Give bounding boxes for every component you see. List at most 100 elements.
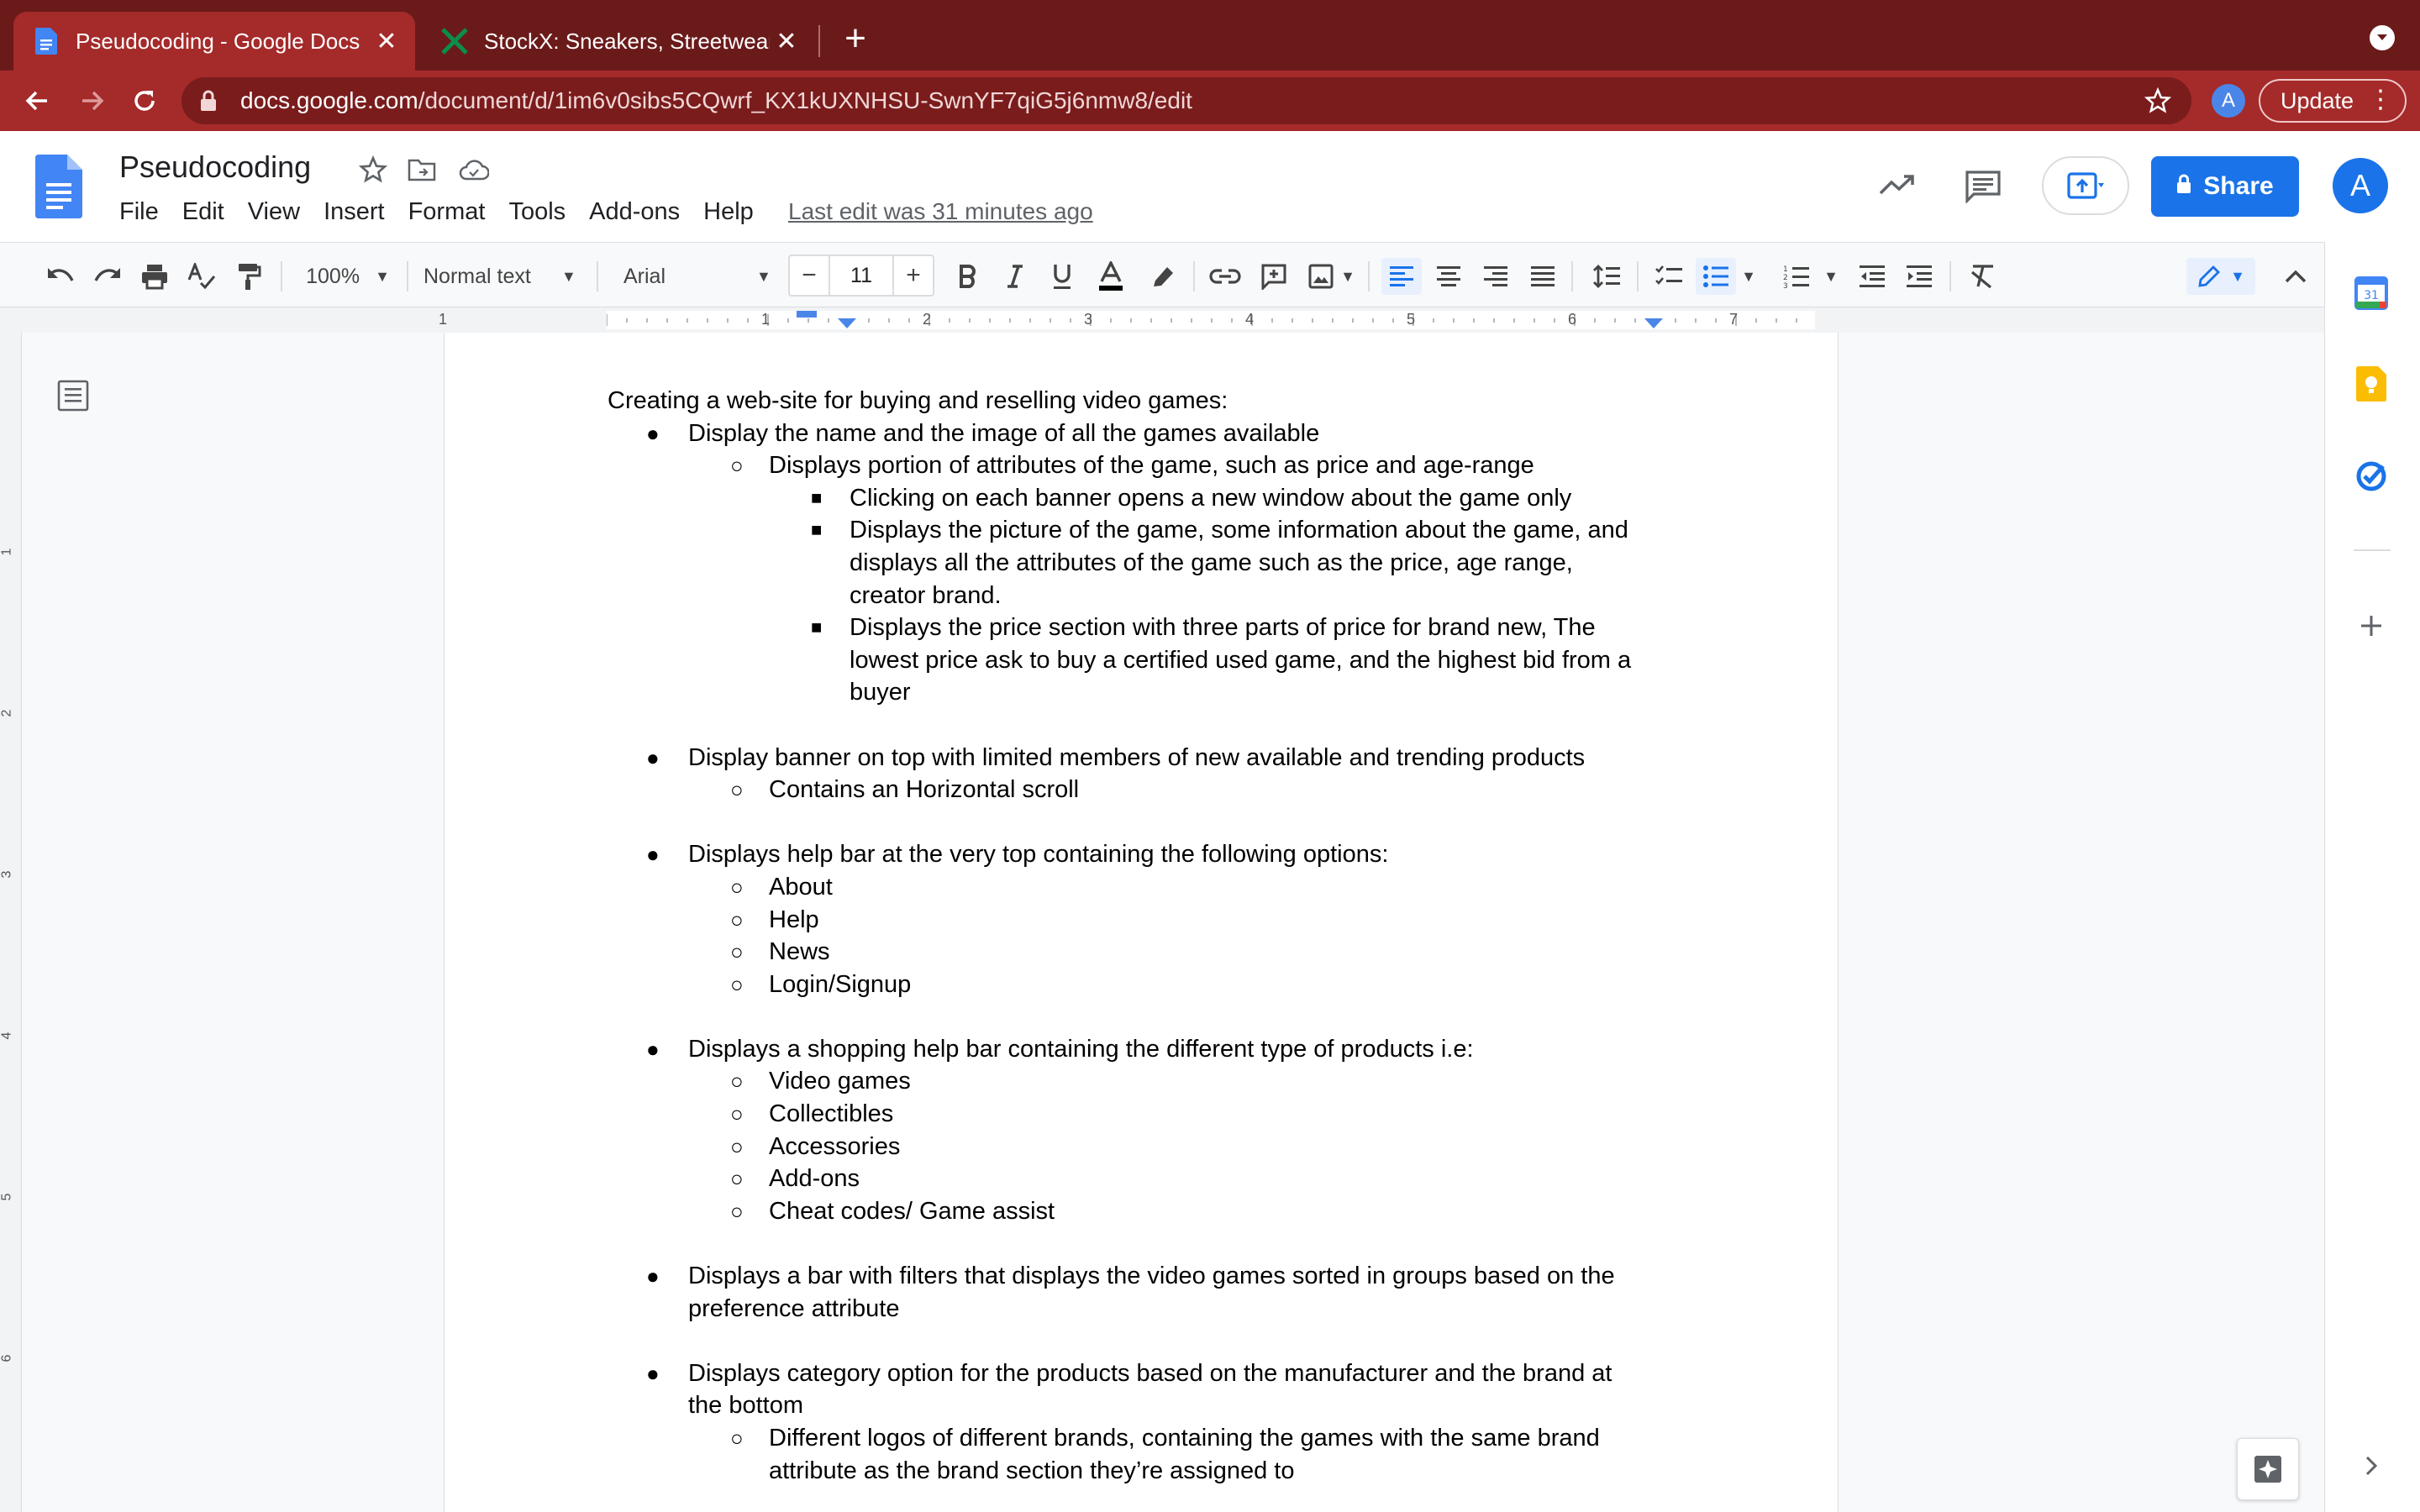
present-meeting-button[interactable] (2042, 156, 2129, 215)
list-item-continuation[interactable]: preference attribute (608, 1293, 1631, 1326)
google-keep-icon[interactable] (2350, 363, 2392, 405)
document-body[interactable]: Creating a web-site for buying and resel… (608, 385, 1631, 1487)
menu-help[interactable]: Help (703, 198, 754, 226)
increase-indent-icon[interactable] (1902, 258, 1936, 295)
list-item-continuation[interactable]: lowest price ask to buy a certified used… (608, 644, 1631, 677)
list-item[interactable]: ○ Video games (608, 1065, 1631, 1098)
checklist-icon[interactable] (1652, 258, 1686, 295)
document-outline-icon[interactable] (57, 380, 89, 416)
list-item[interactable]: ■ Clicking on each banner opens a new win… (608, 482, 1631, 515)
italic-icon[interactable] (998, 258, 1032, 295)
hide-menus-chevron-up-icon[interactable] (2279, 258, 2312, 295)
bold-icon[interactable] (951, 258, 985, 295)
redo-icon[interactable] (91, 258, 124, 295)
list-item[interactable]: ○ Different logos of different brands, co… (608, 1422, 1631, 1455)
left-indent-marker[interactable] (837, 318, 857, 333)
new-tab-plus-icon[interactable]: + (839, 20, 872, 59)
list-item[interactable]: ○ Add-ons (608, 1163, 1631, 1195)
list-item[interactable]: ● Displays a bar with filters that displa… (608, 1260, 1631, 1293)
google-calendar-icon[interactable]: 31 (2350, 272, 2392, 314)
account-avatar[interactable]: A (2333, 158, 2388, 213)
horizontal-ruler[interactable]: 1 1 2 3 4 5 6 7 (0, 307, 2324, 333)
paint-format-icon[interactable] (232, 258, 266, 295)
list-item[interactable]: ○ Displays portion of attributes of the g… (608, 449, 1631, 482)
font-size-value[interactable]: 11 (829, 256, 894, 295)
reload-icon[interactable] (128, 84, 161, 118)
font-size-stepper[interactable]: − 11 + (788, 255, 934, 297)
justify-icon[interactable] (1526, 258, 1560, 295)
list-item[interactable]: ○ Help (608, 904, 1631, 937)
browser-profile-avatar[interactable]: A (2212, 84, 2245, 118)
back-arrow-icon[interactable] (20, 84, 54, 118)
cloud-saved-icon[interactable] (457, 153, 491, 186)
document-heading[interactable]: Creating a web-site for buying and resel… (608, 385, 1631, 417)
google-tasks-icon[interactable] (2350, 455, 2392, 497)
list-item[interactable]: ○ Login/Signup (608, 969, 1631, 1001)
underline-icon[interactable] (1045, 258, 1079, 295)
spellcheck-icon[interactable] (185, 258, 218, 295)
browser-update-button[interactable]: Update ⋮ (2259, 79, 2407, 123)
close-tab-icon[interactable]: ✕ (770, 24, 803, 58)
zoom-select[interactable]: 100% ▼ (297, 258, 398, 295)
bookmark-star-icon[interactable] (2144, 87, 2172, 118)
comment-history-icon[interactable] (1965, 170, 2002, 207)
list-item[interactable]: ■ Displays the price section with three p… (608, 612, 1631, 644)
bulleted-list-icon[interactable] (1696, 258, 1736, 295)
list-item[interactable]: ○ Accessories (608, 1131, 1631, 1163)
align-left-icon[interactable] (1381, 258, 1422, 295)
list-item-continuation[interactable]: buyer (608, 676, 1631, 709)
list-item-continuation[interactable]: displays all the attributes of the game … (608, 547, 1631, 580)
list-item[interactable]: ● Display the name and the image of all t… (608, 417, 1631, 450)
vertical-ruler[interactable]: 1 2 3 4 5 6 (0, 333, 22, 1512)
numbering-options-chevron-down-icon[interactable]: ▼ (1822, 258, 1840, 295)
undo-icon[interactable] (44, 258, 77, 295)
menu-view[interactable]: View (248, 198, 300, 226)
insert-image-icon[interactable]: ▼ (1304, 258, 1360, 295)
tab-search-chevron-icon[interactable] (2370, 25, 2395, 50)
list-item-continuation[interactable]: creator brand. (608, 580, 1631, 612)
browser-menu-kebab-icon[interactable]: ⋮ (2368, 87, 2393, 113)
move-folder-icon[interactable] (405, 153, 439, 186)
tab-stockx[interactable]: StockX: Sneakers, Streetwear, ✕ (422, 12, 815, 71)
close-tab-icon[interactable]: ✕ (370, 24, 403, 58)
list-item[interactable]: ○ About (608, 871, 1631, 904)
list-item[interactable]: ■ Displays the picture of the game, some … (608, 514, 1631, 547)
highlight-color-icon[interactable] (1146, 258, 1180, 295)
decrease-indent-icon[interactable] (1855, 258, 1889, 295)
list-item-continuation[interactable]: the bottom (608, 1389, 1631, 1422)
show-side-panel-chevron-right-icon[interactable] (2350, 1445, 2392, 1487)
increase-font-size-icon[interactable]: + (894, 261, 933, 290)
list-item-continuation[interactable]: attribute as the brand section they’re a… (608, 1455, 1631, 1488)
font-family-select[interactable]: Arial ▼ (613, 258, 778, 295)
last-edit-link[interactable]: Last edit was 31 minutes ago (788, 198, 1093, 225)
menu-tools[interactable]: Tools (508, 198, 566, 226)
document-page[interactable]: Creating a web-site for buying and resel… (444, 333, 1839, 1512)
list-item[interactable]: ○ Cheat codes/ Game assist (608, 1195, 1631, 1228)
menu-file[interactable]: File (119, 198, 159, 226)
list-item[interactable]: ○ Collectibles (608, 1098, 1631, 1131)
address-bar[interactable]: docs.google.com/document/d/1im6v0sibs5CQ… (182, 77, 2191, 124)
list-item[interactable]: ○ News (608, 936, 1631, 969)
bullet-options-chevron-down-icon[interactable]: ▼ (1739, 258, 1758, 295)
align-center-icon[interactable] (1432, 258, 1465, 295)
list-item[interactable]: ○ Contains an Horizontal scroll (608, 774, 1631, 806)
right-indent-marker[interactable] (1644, 318, 1664, 333)
activity-dashboard-trend-icon[interactable] (1879, 173, 1916, 201)
first-line-indent-marker[interactable] (797, 311, 817, 318)
lock-icon[interactable] (200, 90, 225, 112)
list-item[interactable]: ● Display banner on top with limited memb… (608, 742, 1631, 774)
menu-add-ons[interactable]: Add-ons (589, 198, 680, 226)
list-item[interactable]: ● Displays category option for the produc… (608, 1357, 1631, 1390)
add-comment-icon[interactable] (1257, 258, 1291, 295)
get-add-ons-plus-icon[interactable] (2350, 605, 2392, 647)
menu-insert[interactable]: Insert (324, 198, 385, 226)
insert-link-icon[interactable] (1208, 258, 1242, 295)
share-button[interactable]: Share (2151, 156, 2299, 217)
menu-format[interactable]: Format (408, 198, 486, 226)
print-icon[interactable] (138, 258, 171, 295)
numbered-list-icon[interactable]: 123 (1780, 258, 1813, 295)
explore-sparkle-button[interactable] (2237, 1438, 2299, 1500)
editing-mode-select[interactable]: ▼ (2186, 258, 2255, 295)
text-color-icon[interactable] (1094, 258, 1128, 295)
line-spacing-icon[interactable] (1590, 258, 1623, 295)
